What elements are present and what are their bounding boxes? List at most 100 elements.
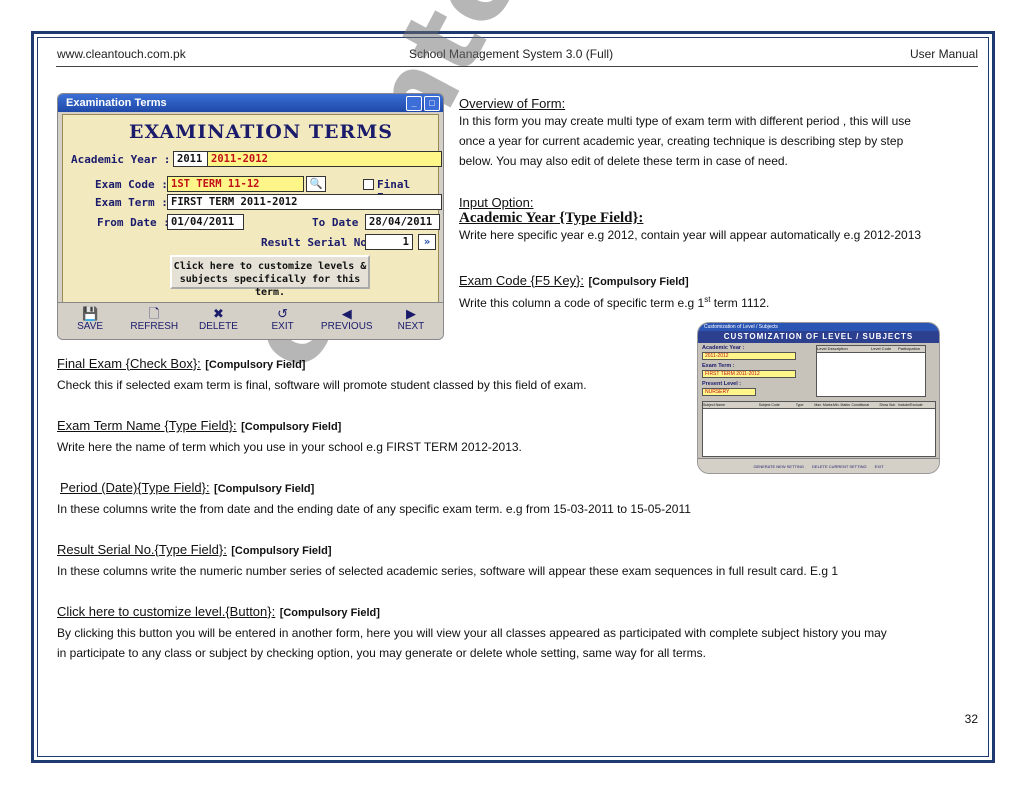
- exit-label: EXIT: [271, 321, 294, 332]
- result-serial-text: In these columns write the numeric numbe…: [57, 564, 839, 578]
- academic-year-field-text: Write here specific year e.g 2012, conta…: [459, 228, 922, 242]
- customize-levels-button[interactable]: Click here to customize levels & subject…: [170, 255, 370, 298]
- search-icon[interactable]: 🔍: [306, 176, 326, 192]
- exam-code-label: Exam Code :: [95, 178, 168, 191]
- mini-academic-year-field[interactable]: 2011-2012: [702, 352, 796, 360]
- form-toolbar: 💾 SAVE 🗋 REFRESH ✖ DELETE ↺ EXIT ◀ PREVIOUS ▶…: [58, 302, 443, 339]
- header-manual: User Manual: [909, 47, 978, 61]
- header-rule: [56, 66, 978, 67]
- mini-exam-term-field[interactable]: FIRST TERM 2011-2012: [702, 370, 796, 378]
- level-col-participation: Participation: [898, 346, 921, 351]
- maximize-icon[interactable]: □: [424, 96, 440, 111]
- refresh-icon: 🗋: [149, 306, 160, 321]
- next-label: NEXT: [397, 321, 425, 332]
- grid-col-conditional: Conditional: [851, 403, 870, 407]
- overview-line-2: once a year for current academic year, c…: [459, 134, 904, 148]
- final-exam-text: Check this if selected exam term is fina…: [57, 378, 587, 392]
- exit-icon: ↺: [277, 306, 289, 321]
- period-section: Period (Date){Type Field}: [Compulsory F…: [57, 479, 691, 519]
- subject-grid[interactable]: Subject Name Subject Code Type Max. Mark…: [702, 401, 936, 457]
- overview-line-3: below. You may also edit of delete these…: [459, 154, 788, 168]
- academic-year-code-field[interactable]: 2011: [173, 151, 208, 167]
- refresh-button[interactable]: 🗋 REFRESH: [122, 303, 186, 339]
- exam-term-label: Exam Term :: [95, 196, 168, 209]
- customize-level-section: Click here to customize level.{Button}: …: [57, 603, 887, 663]
- final-exam-title: Final Exam {Check Box}:: [57, 356, 201, 371]
- period-text: In these columns write the from date and…: [57, 502, 691, 516]
- overview-line-1: In this form you may create multi type o…: [459, 114, 911, 128]
- save-label: SAVE: [77, 321, 104, 332]
- exam-code-field[interactable]: 1ST TERM 11-12: [167, 176, 304, 192]
- fast-forward-icon[interactable]: »: [418, 234, 436, 250]
- grid-col-show-sub: Show Sub: [879, 403, 896, 407]
- next-icon: ▶: [405, 306, 416, 321]
- delete-label: DELETE: [198, 321, 238, 332]
- result-serial-title: Result Serial No.{Type Field}:: [57, 542, 227, 557]
- form-banner: EXAMINATION TERMS: [129, 121, 393, 143]
- exam-code-field-title: Exam Code {F5 Key}:: [459, 273, 585, 288]
- customize-level-title: Click here to customize level.{Button}:: [57, 604, 276, 619]
- final-exam-checkbox[interactable]: [363, 179, 374, 190]
- mini-exam-term-label: Exam Term :: [702, 363, 735, 369]
- save-button[interactable]: 💾 SAVE: [58, 303, 122, 339]
- previous-icon: ◀: [341, 306, 352, 321]
- page-number: 32: [964, 712, 978, 726]
- overview-section: Overview of Form: In this form you may c…: [459, 96, 911, 171]
- generate-new-setting-button[interactable]: GENERATE NEW SETTING: [753, 464, 804, 469]
- grid-col-min-marks: Min. Marks: [832, 403, 851, 407]
- customization-footer: GENERATE NEW SETTING DELETE CURRENT SETT…: [698, 458, 939, 473]
- input-option-section: Input Option: Academic Year {Type Field}…: [459, 195, 921, 243]
- grid-col-subject-name: Subject Name: [703, 403, 725, 407]
- final-exam-section: Final Exam {Check Box}: [Compulsory Fiel…: [57, 355, 587, 395]
- exam-term-name-section: Exam Term Name {Type Field}: [Compulsory…: [57, 417, 522, 457]
- level-col-code: Level Code: [871, 346, 892, 351]
- grid-col-include-exclude: Include/Exclude: [897, 403, 923, 407]
- from-date-label: From Date :: [97, 216, 170, 229]
- customization-title: CUSTOMIZATION OF LEVEL / SUBJECTS: [698, 331, 939, 343]
- customization-window-title: Customization of Level / Subjects: [698, 323, 939, 331]
- level-col-description: Level Description: [817, 346, 848, 351]
- delete-current-setting-button[interactable]: DELETE CURRENT SETTING: [812, 464, 867, 469]
- grid-col-subject-code: Subject Code: [758, 403, 780, 407]
- customize-level-text-2: in participate to any class or subject b…: [57, 646, 706, 660]
- exam-code-field-text: Write this column a code of specific ter…: [459, 290, 769, 313]
- customize-level-text-1: By clicking this button you will be ente…: [57, 626, 887, 640]
- examination-terms-screenshot: Examination Terms _ □ EXAMINATION TERMS …: [57, 93, 444, 340]
- to-date-label: To Date :: [312, 216, 372, 229]
- exam-code-section: Exam Code {F5 Key}: [Compulsory Field] W…: [459, 272, 769, 313]
- academic-year-field[interactable]: 2011-2012: [207, 151, 442, 167]
- customize-level-tag: [Compulsory Field]: [279, 607, 380, 619]
- exam-term-name-tag: [Compulsory Field]: [241, 421, 342, 433]
- mini-present-level-field[interactable]: NURSERY: [702, 388, 756, 396]
- window-titlebar: Examination Terms _ □: [58, 94, 443, 112]
- window-title: Examination Terms: [66, 97, 167, 109]
- save-icon: 💾: [81, 306, 99, 321]
- exit-button[interactable]: ↺ EXIT: [251, 303, 315, 339]
- next-button[interactable]: ▶ NEXT: [379, 303, 443, 339]
- exam-term-field[interactable]: FIRST TERM 2011-2012: [167, 194, 442, 210]
- previous-button[interactable]: ◀ PREVIOUS: [315, 303, 379, 339]
- academic-year-field-title: Academic Year {Type Field}:: [459, 210, 644, 226]
- refresh-label: REFRESH: [130, 321, 179, 332]
- delete-icon: ✖: [212, 306, 224, 321]
- form-body: EXAMINATION TERMS Academic Year : 2011 2…: [62, 114, 442, 303]
- grid-col-max-marks: Max. Marks: [814, 403, 833, 407]
- mini-present-level-label: Present Level :: [702, 381, 742, 387]
- level-grid[interactable]: Level Description Level Code Participati…: [816, 345, 926, 397]
- exam-term-name-title: Exam Term Name {Type Field}:: [57, 418, 237, 433]
- customize-button-line1: Click here to customize levels &: [173, 261, 367, 272]
- academic-year-label: Academic Year :: [71, 153, 171, 166]
- delete-button[interactable]: ✖ DELETE: [186, 303, 250, 339]
- from-date-field[interactable]: 01/04/2011: [167, 214, 244, 230]
- period-title: Period (Date){Type Field}:: [60, 480, 210, 495]
- mini-exit-button[interactable]: EXIT: [875, 464, 884, 469]
- result-serial-tag: [Compulsory Field]: [231, 545, 332, 557]
- customization-screenshot: Customization of Level / Subjects CUSTOM…: [697, 322, 940, 474]
- result-serial-field[interactable]: 1: [365, 234, 413, 250]
- grid-col-type: Type: [795, 403, 804, 407]
- minimize-icon[interactable]: _: [406, 96, 422, 111]
- overview-title: Overview of Form:: [459, 96, 566, 111]
- to-date-field[interactable]: 28/04/2011: [365, 214, 440, 230]
- exam-code-text-end: term 1112.: [710, 296, 770, 310]
- period-tag: [Compulsory Field]: [214, 483, 315, 495]
